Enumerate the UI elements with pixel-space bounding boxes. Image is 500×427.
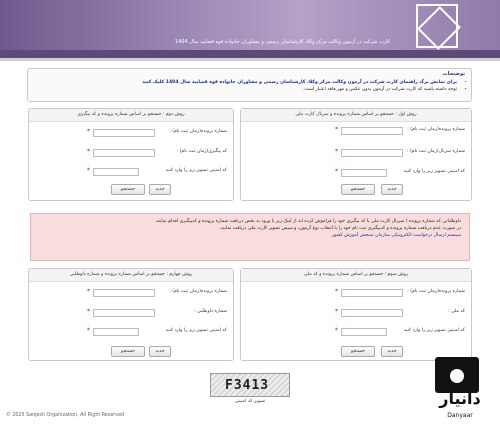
- panel-title: روش دوم : جستجو بر اساس شماره پرونده و ک…: [29, 109, 233, 122]
- search-button[interactable]: جستجو: [341, 346, 375, 357]
- new-button[interactable]: جدید: [149, 346, 171, 357]
- watermark-subtext: Danyaar: [447, 412, 473, 419]
- search-button[interactable]: جستجو: [111, 346, 145, 357]
- captcha-input[interactable]: [341, 169, 387, 177]
- captcha-input[interactable]: [93, 328, 139, 336]
- serial-input[interactable]: [341, 149, 403, 157]
- notes-box: توضیحات برای نمایش برگ راهنمای کارت شرکت…: [27, 68, 472, 102]
- required-marker: *: [87, 148, 90, 155]
- panel-title: روش سوم : جستجو بر اساس شماره پرونده و ک…: [241, 269, 471, 282]
- required-marker: *: [87, 308, 90, 315]
- panel-title: روش چهارم : جستجو بر اساس شماره پرونده و…: [29, 269, 233, 282]
- info-link[interactable]: سیستم ارسال درخواست الکترونیکی سازمان سن…: [39, 232, 461, 239]
- field-label: کد پیگیری(زمان ثبت نام) :: [176, 149, 227, 154]
- required-marker: *: [87, 128, 90, 135]
- captcha-code: F3413: [225, 378, 270, 393]
- field-label: شماره پرونده(زمان ثبت نام) :: [407, 289, 465, 294]
- required-marker: *: [87, 167, 90, 174]
- required-marker: *: [335, 126, 338, 133]
- new-button[interactable]: جدید: [381, 184, 403, 195]
- candidate-number-input[interactable]: [93, 309, 155, 317]
- notes-warning: توجه داشته باشید که کارت شرکت در آزمون ب…: [34, 86, 457, 93]
- field-label: شماره پرونده(زمان ثبت نام) :: [169, 289, 227, 294]
- captcha-label: تصویر کد امنیتی: [234, 399, 266, 404]
- info-line-1: داوطلبانی که شماره پرونده / سریال کارت م…: [154, 219, 461, 224]
- required-marker: *: [335, 288, 338, 295]
- field-label: کد ملی :: [448, 309, 465, 314]
- notes-guide-link[interactable]: برای نمایش برگ راهنمای کارت شرکت در آزمو…: [34, 79, 457, 86]
- file-number-input[interactable]: [93, 289, 155, 297]
- search-panel-4: روش چهارم : جستجو بر اساس شماره پرونده و…: [28, 268, 234, 361]
- search-button[interactable]: جستجو: [111, 184, 145, 195]
- new-button[interactable]: جدید: [149, 184, 171, 195]
- search-panel-3: روش سوم : جستجو بر اساس شماره پرونده و ک…: [240, 268, 472, 361]
- notes-title: توضیحات: [442, 71, 465, 77]
- panel-title: روش اول : جستجو بر اساس شماره پرونده و س…: [241, 109, 471, 122]
- required-marker: *: [335, 148, 338, 155]
- file-number-input[interactable]: [341, 127, 403, 135]
- field-label: کد امنیتی تصویر زیر را وارد کنید: [403, 169, 465, 174]
- divider: [0, 58, 500, 61]
- required-marker: *: [87, 327, 90, 334]
- field-label: کد امنیتی تصویر زیر را وارد کنید: [403, 328, 465, 333]
- required-marker: *: [335, 168, 338, 175]
- field-label: شماره سریال(زمان ثبت نام) :: [406, 149, 465, 154]
- new-button[interactable]: جدید: [381, 346, 403, 357]
- field-label: شماره داوطلبی :: [194, 309, 227, 314]
- info-box: داوطلبانی که شماره پرونده / سریال کارت م…: [30, 213, 470, 261]
- copyright: © 2025 Sanjesh Organization, All Right R…: [6, 413, 125, 418]
- required-marker: *: [87, 288, 90, 295]
- banner-title: کارت شرکت در آزمون وکالت مرکز وکلا، کارش…: [174, 39, 390, 45]
- required-marker: *: [335, 308, 338, 315]
- header-banner: کارت شرکت در آزمون وکالت مرکز وکلا، کارش…: [0, 0, 500, 58]
- field-label: کد امنیتی تصویر زیر را وارد کنید: [165, 168, 227, 173]
- watermark-text: دانیار: [439, 389, 481, 408]
- required-marker: *: [335, 327, 338, 334]
- field-label: کد امنیتی تصویر زیر را وارد کنید: [165, 328, 227, 333]
- info-line-2: در صورت عدم دریافت شماره پرونده و کدپیگی…: [219, 226, 461, 231]
- banner-strip: [0, 50, 500, 58]
- captcha-image: F3413: [210, 373, 290, 397]
- logo: [416, 4, 458, 48]
- captcha-input[interactable]: [341, 328, 387, 336]
- graduation-cap-icon: [435, 357, 479, 393]
- search-button[interactable]: جستجو: [341, 184, 375, 195]
- field-label: شماره پرونده(زمان ثبت نام) :: [407, 127, 465, 132]
- national-code-input[interactable]: [341, 309, 403, 317]
- tracking-code-input[interactable]: [93, 149, 155, 157]
- search-panel-2: روش دوم : جستجو بر اساس شماره پرونده و ک…: [28, 108, 234, 201]
- file-number-input[interactable]: [93, 129, 155, 137]
- file-number-input[interactable]: [341, 289, 403, 297]
- search-panel-1: روش اول : جستجو بر اساس شماره پرونده و س…: [240, 108, 472, 201]
- watermark: دانیار Danyaar: [425, 357, 495, 423]
- field-label: شماره پرونده(زمان ثبت نام) :: [169, 129, 227, 134]
- captcha-input[interactable]: [93, 168, 139, 176]
